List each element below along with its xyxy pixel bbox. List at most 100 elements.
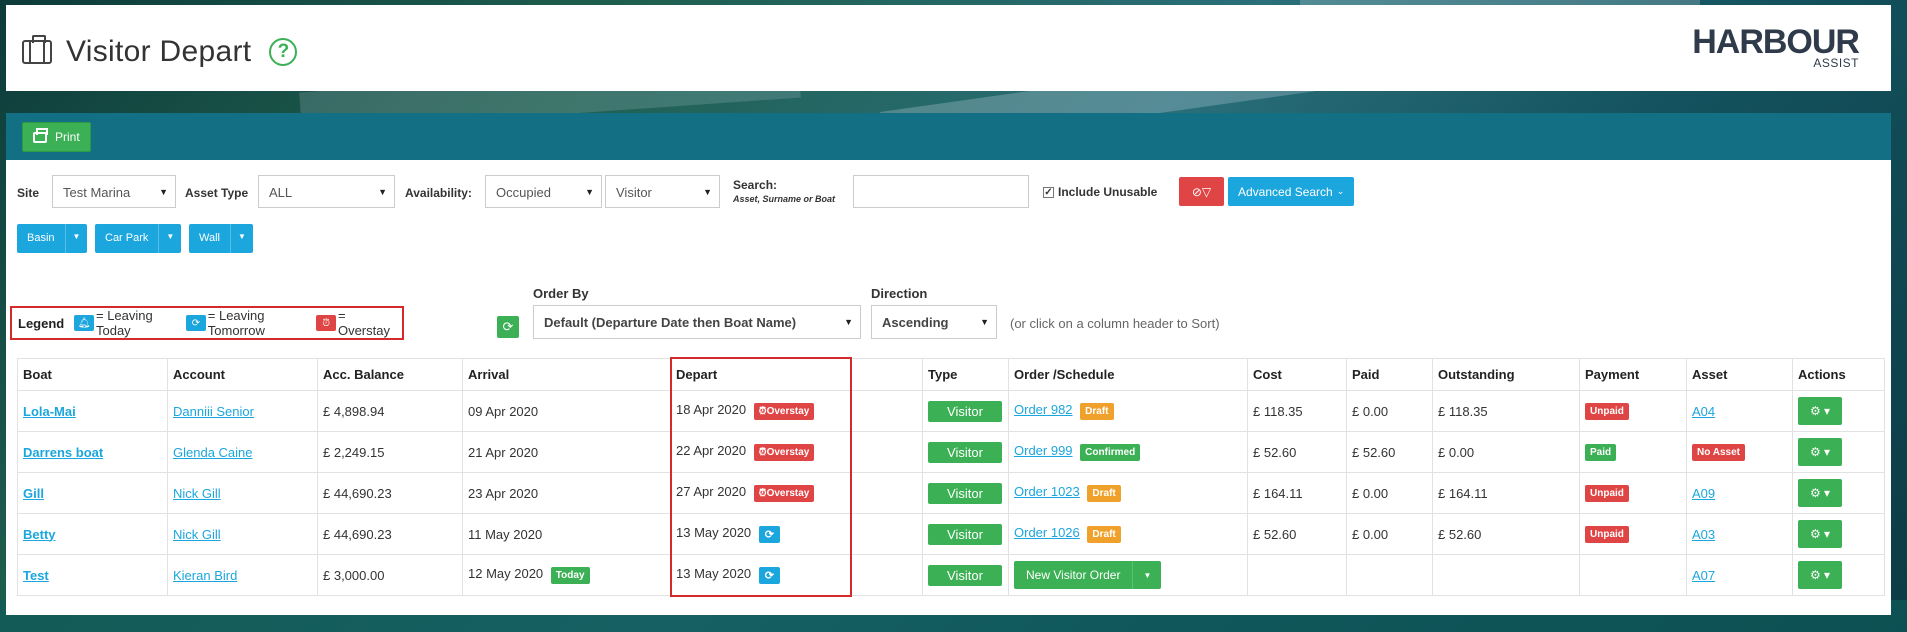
asset-type-label: Asset Type	[185, 186, 249, 200]
depart-cell: 22 Apr 2020 ⏰︎Overstay	[670, 431, 923, 473]
boat-link[interactable]: Lola-Mai	[23, 404, 76, 419]
col-boat[interactable]: Boat	[17, 358, 168, 391]
caret-down-icon[interactable]: ▼	[1132, 561, 1161, 589]
include-unusable-checkbox[interactable]: ✓ Include Unusable	[1043, 185, 1157, 199]
arrival-date: 11 May 2020	[462, 513, 671, 555]
gear-icon: ⚙ ▾	[1809, 404, 1831, 418]
paid: £ 0.00	[1346, 472, 1433, 514]
area-wall-button[interactable]: Wall ▼	[189, 224, 253, 253]
include-unusable-label: Include Unusable	[1058, 185, 1158, 199]
col-acc-balance[interactable]: Acc. Balance	[317, 358, 463, 391]
account-link[interactable]: Nick Gill	[173, 527, 221, 542]
col-asset[interactable]: Asset	[1686, 358, 1793, 391]
alarm-clock-icon: ⏰︎	[758, 487, 767, 499]
col-arrival[interactable]: Arrival	[462, 358, 671, 391]
availability-select-value: Occupied	[496, 185, 551, 200]
cost	[1247, 554, 1347, 596]
table-row: Darrens boat Glenda Caine £ 2,249.15 21 …	[17, 431, 1885, 473]
type-visitor-button[interactable]: Visitor	[928, 523, 1002, 545]
rotate-icon: ⟳	[764, 528, 775, 541]
caret-down-icon[interactable]: ▼	[229, 224, 253, 253]
depart-cell: 13 May 2020 ⟳	[670, 554, 923, 596]
order-link[interactable]: Order 999	[1014, 443, 1073, 458]
acc-balance: £ 44,690.23	[317, 513, 463, 555]
boat-link[interactable]: Betty	[23, 527, 56, 542]
account-link[interactable]: Glenda Caine	[173, 445, 253, 460]
print-button[interactable]: Print	[22, 122, 91, 152]
depart-date: 27 Apr 2020	[676, 484, 747, 500]
type-visitor-button[interactable]: Visitor	[928, 482, 1002, 504]
alarm-clock-icon: ⏰︎	[758, 446, 767, 458]
availability-select[interactable]: Occupied ▼	[485, 175, 602, 208]
printer-icon	[33, 127, 48, 143]
clear-filter-button[interactable]: ⊘▽	[1179, 177, 1224, 206]
depart-date: 22 Apr 2020	[676, 443, 747, 459]
account-link[interactable]: Danniii Senior	[173, 404, 254, 419]
checkbox-checked-icon: ✓	[1043, 186, 1054, 198]
payment-status-badge: Unpaid	[1585, 402, 1629, 420]
caret-down-icon: ▼	[980, 317, 989, 327]
new-visitor-order-button[interactable]: New Visitor Order ▼	[1014, 561, 1162, 589]
site-select[interactable]: Test Marina ▼	[52, 175, 176, 208]
outstanding: £ 118.35	[1432, 390, 1580, 432]
order-link[interactable]: Order 1023	[1014, 484, 1080, 499]
col-type[interactable]: Type	[922, 358, 1009, 391]
depart-date: 18 Apr 2020	[676, 402, 747, 418]
no-asset-badge: No Asset	[1692, 443, 1745, 461]
asset-link[interactable]: A04	[1692, 404, 1715, 419]
col-outstanding[interactable]: Outstanding	[1432, 358, 1580, 391]
area-car-park-label: Car Park	[105, 232, 149, 244]
boat-link[interactable]: Test	[23, 568, 49, 583]
leaving-tomorrow-badge: ⟳	[758, 525, 781, 543]
actions-button[interactable]: ⚙ ▾	[1798, 397, 1842, 425]
caret-down-icon: ▼	[703, 187, 712, 197]
caret-down-icon[interactable]: ▼	[158, 224, 181, 253]
area-basin-button[interactable]: Basin ▼	[17, 224, 88, 253]
outstanding: £ 52.60	[1432, 513, 1580, 555]
order-link[interactable]: Order 1026	[1014, 525, 1080, 540]
type-visitor-button[interactable]: Visitor	[928, 564, 1002, 586]
boat-link[interactable]: Darrens boat	[23, 445, 103, 460]
account-link[interactable]: Kieran Bird	[173, 568, 237, 583]
order-link[interactable]: Order 982	[1014, 402, 1073, 417]
asset-link[interactable]: A03	[1692, 527, 1715, 542]
advanced-search-button[interactable]: Advanced Search ⌄	[1228, 177, 1355, 206]
type-visitor-button[interactable]: Visitor	[928, 441, 1002, 463]
cost: £ 52.60	[1247, 513, 1347, 555]
payment-status-badge: Unpaid	[1585, 484, 1629, 502]
help-icon[interactable]: ?	[269, 38, 298, 66]
actions-button[interactable]: ⚙ ▾	[1798, 561, 1842, 589]
col-paid[interactable]: Paid	[1346, 358, 1433, 391]
col-cost[interactable]: Cost	[1247, 358, 1347, 391]
col-depart[interactable]: Depart	[670, 358, 923, 391]
rotate-icon: ⟳	[764, 569, 775, 582]
order-by-value: Default (Departure Date then Boat Name)	[544, 315, 797, 330]
refresh-button[interactable]: ⟳	[497, 316, 519, 338]
search-hint: Asset, Surname or Boat	[733, 194, 836, 204]
actions-button[interactable]: ⚙ ▾	[1798, 520, 1842, 548]
arrival-date: 12 May 2020	[468, 566, 544, 582]
acc-balance: £ 4,898.94	[317, 390, 463, 432]
account-link[interactable]: Nick Gill	[173, 486, 221, 501]
visitor-select[interactable]: Visitor ▼	[605, 175, 720, 208]
col-order-schedule[interactable]: Order /Schedule	[1008, 358, 1248, 391]
bell-icon: 🔔︎	[74, 315, 94, 331]
overstay-badge: ⏰︎Overstay	[753, 402, 815, 420]
actions-button[interactable]: ⚙ ▾	[1798, 438, 1842, 466]
area-car-park-button[interactable]: Car Park ▼	[95, 224, 182, 253]
arrival-date: 09 Apr 2020	[462, 390, 671, 432]
direction-select[interactable]: Ascending ▼	[871, 305, 997, 339]
clear-filter-icon: ⊘▽	[1191, 184, 1212, 199]
asset-link[interactable]: A07	[1692, 568, 1715, 583]
caret-down-icon[interactable]: ▼	[64, 224, 88, 253]
table-row: Test Kieran Bird £ 3,000.00 12 May 2020 …	[17, 554, 1885, 596]
asset-link[interactable]: A09	[1692, 486, 1715, 501]
col-payment[interactable]: Payment	[1579, 358, 1687, 391]
order-by-select[interactable]: Default (Departure Date then Boat Name) …	[533, 305, 861, 339]
boat-link[interactable]: Gill	[23, 486, 44, 501]
search-input[interactable]	[853, 175, 1029, 208]
type-visitor-button[interactable]: Visitor	[928, 400, 1002, 422]
col-account[interactable]: Account	[167, 358, 318, 391]
actions-button[interactable]: ⚙ ▾	[1798, 479, 1842, 507]
asset-type-select[interactable]: ALL ▼	[258, 175, 395, 208]
